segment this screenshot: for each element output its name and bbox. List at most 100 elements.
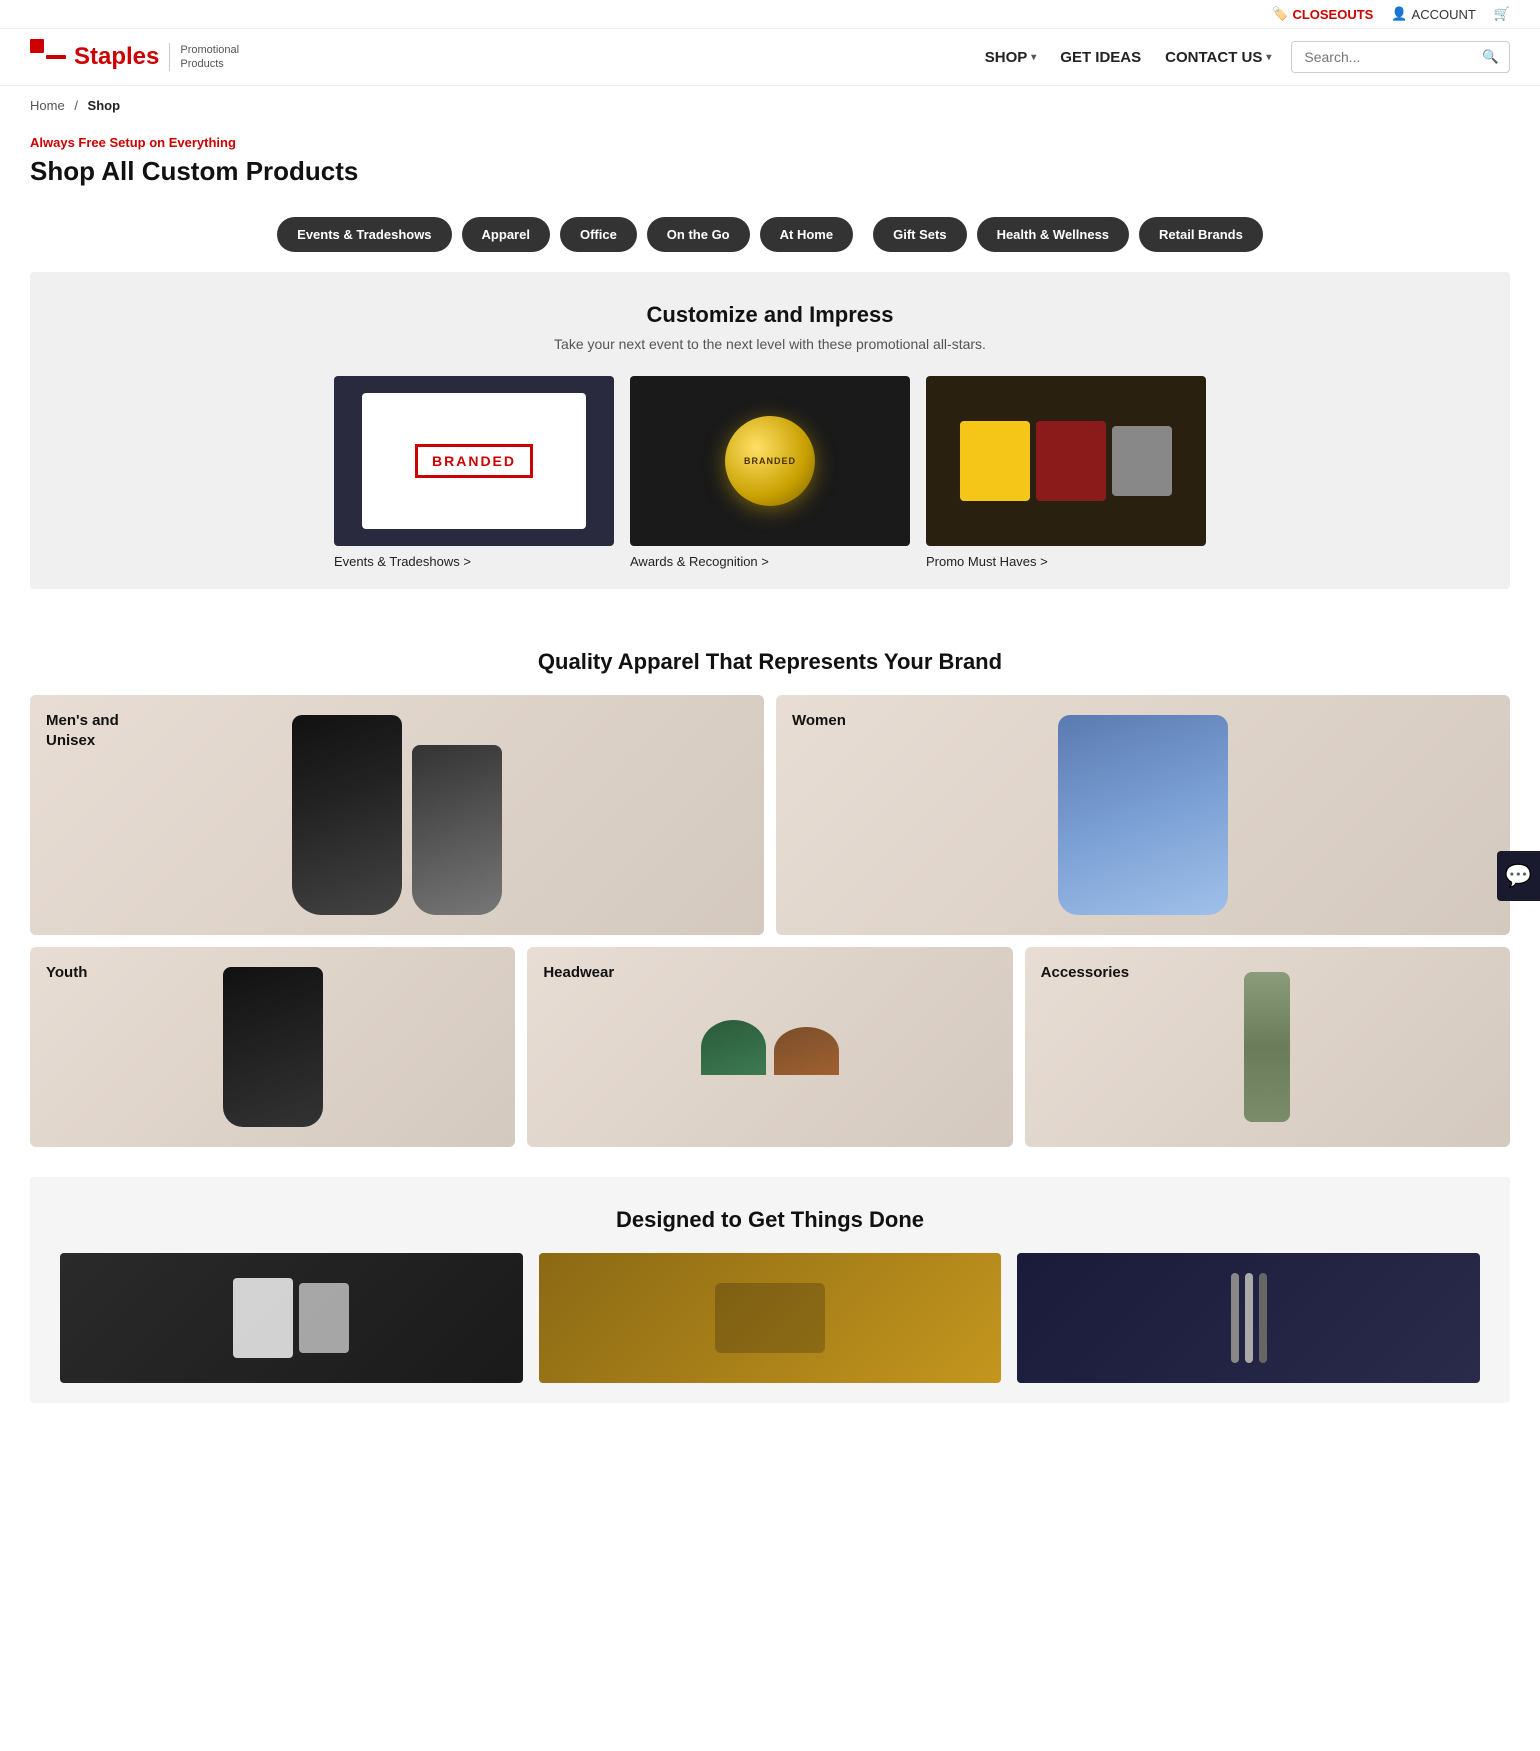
category-buttons: Events & Tradeshows Apparel Office On th… <box>0 207 1540 272</box>
accessories-card-label: Accessories <box>1041 963 1129 983</box>
person-icon: 👤 <box>1391 6 1407 22</box>
award-bg: BRANDED <box>630 376 910 546</box>
cat-btn-office[interactable]: Office <box>560 217 637 252</box>
tablecloth-bg: BRANDED <box>334 376 614 546</box>
breadcrumb: Home / Shop <box>0 86 1540 125</box>
award-branded-text: BRANDED <box>744 456 796 466</box>
notebook-shape <box>233 1278 293 1358</box>
staples-wordmark: Staples <box>74 43 159 71</box>
tablecloth-inner: BRANDED <box>362 393 586 529</box>
events-card-label[interactable]: Events & Tradeshows > <box>334 554 614 569</box>
logo-promo: Promotional Products <box>169 43 239 72</box>
women-card-label: Women <box>792 711 846 731</box>
headwear-card-label: Headwear <box>543 963 614 983</box>
shirt-gray <box>1112 426 1172 496</box>
youth-card-label: Youth <box>46 963 87 983</box>
closeouts-label: CLOSEOUTS <box>1292 7 1373 22</box>
hat-green <box>701 1020 766 1075</box>
pen2 <box>1245 1273 1253 1363</box>
cart-link[interactable]: 🛒 <box>1494 6 1510 22</box>
designed-card-pens[interactable] <box>1017 1253 1480 1383</box>
cat-btn-events[interactable]: Events & Tradeshows <box>277 217 451 252</box>
breadcrumb-current: Shop <box>88 98 121 113</box>
customize-section: Customize and Impress Take your next eve… <box>30 272 1510 589</box>
tag-icon: 🏷️ <box>1272 6 1288 22</box>
breadcrumb-separator: / <box>74 98 81 113</box>
apparel-card-women[interactable]: Women <box>776 695 1510 935</box>
top-bar: 🏷️ CLOSEOUTS 👤 ACCOUNT 🛒 <box>0 0 1540 29</box>
nav-links: SHOP ▾ GET IDEAS CONTACT US ▾ <box>985 49 1272 66</box>
promo-card-image <box>926 376 1206 546</box>
chat-widget[interactable]: 💬 <box>1497 851 1540 901</box>
nav-shop[interactable]: SHOP ▾ <box>985 49 1037 66</box>
cat-btn-gift-sets[interactable]: Gift Sets <box>873 217 966 252</box>
pen3 <box>1259 1273 1267 1363</box>
women-card-image <box>776 695 1510 935</box>
mens-card-image <box>30 695 764 935</box>
apparel-card-accessories[interactable]: Accessories <box>1025 947 1510 1147</box>
cat-btn-on-the-go[interactable]: On the Go <box>647 217 750 252</box>
page-title: Shop All Custom Products <box>30 156 1510 187</box>
shirt-yellow <box>960 421 1030 501</box>
branded-label: BRANDED <box>415 444 533 478</box>
closeouts-link[interactable]: 🏷️ CLOSEOUTS <box>1272 6 1373 22</box>
customize-cards: BRANDED Events & Tradeshows > BRANDED Aw… <box>60 376 1480 569</box>
search-button[interactable]: 🔍 <box>1472 42 1509 72</box>
main-nav: Staples Promotional Products SHOP ▾ GET … <box>0 29 1540 86</box>
apparel-section: Quality Apparel That Represents Your Bra… <box>0 619 1540 1177</box>
apparel-grid-bottom: Youth Headwear Accessories <box>30 947 1510 1147</box>
apparel-card-mens[interactable]: Men's andUnisex <box>30 695 764 935</box>
always-free-label: Always Free Setup on Everything <box>30 135 1510 150</box>
search-input[interactable] <box>1292 42 1472 72</box>
search-area: 🔍 <box>1291 41 1510 73</box>
cat-btn-health-wellness[interactable]: Health & Wellness <box>977 217 1129 252</box>
wood-box <box>715 1283 825 1353</box>
designed-card-wood[interactable] <box>539 1253 1002 1383</box>
customize-card-awards[interactable]: BRANDED Awards & Recognition > <box>630 376 910 569</box>
cat-btn-retail-brands[interactable]: Retail Brands <box>1139 217 1263 252</box>
designed-cards <box>60 1253 1480 1383</box>
paper-shape <box>299 1283 349 1353</box>
scarf <box>1244 972 1290 1122</box>
cat-btn-apparel[interactable]: Apparel <box>462 217 550 252</box>
apparel-grid-top: Men's andUnisex Women <box>30 695 1510 935</box>
designed-section-title: Designed to Get Things Done <box>60 1207 1480 1233</box>
shirts-bg <box>926 376 1206 546</box>
hat-brown <box>774 1027 839 1075</box>
designed-section: Designed to Get Things Done <box>30 1177 1510 1403</box>
youth-jacket <box>223 967 323 1127</box>
designed-card-office[interactable] <box>60 1253 523 1383</box>
staples-logo-icon <box>30 39 66 75</box>
events-card-image: BRANDED <box>334 376 614 546</box>
breadcrumb-home[interactable]: Home <box>30 98 65 113</box>
wood-card-visual <box>539 1253 1002 1383</box>
awards-card-image: BRANDED <box>630 376 910 546</box>
promo-card-label[interactable]: Promo Must Haves > <box>926 554 1206 569</box>
contact-chevron-icon: ▾ <box>1266 52 1271 63</box>
shop-chevron-icon: ▾ <box>1031 52 1036 63</box>
jacket-gray <box>412 745 502 915</box>
office-card-visual <box>60 1253 523 1383</box>
staples-logo[interactable]: Staples <box>30 39 159 75</box>
account-link[interactable]: 👤 ACCOUNT <box>1391 6 1475 22</box>
logo-area[interactable]: Staples Promotional Products <box>30 39 239 75</box>
customize-subtitle: Take your next event to the next level w… <box>60 336 1480 352</box>
shirt-red <box>1036 421 1106 501</box>
customize-card-promo[interactable]: Promo Must Haves > <box>926 376 1206 569</box>
hoodie <box>1058 715 1228 915</box>
awards-card-label[interactable]: Awards & Recognition > <box>630 554 910 569</box>
apparel-card-headwear[interactable]: Headwear <box>527 947 1012 1147</box>
cat-btn-at-home[interactable]: At Home <box>760 217 853 252</box>
mens-card-label: Men's andUnisex <box>46 711 119 750</box>
youth-card-image <box>30 947 515 1147</box>
customize-card-events[interactable]: BRANDED Events & Tradeshows > <box>334 376 614 569</box>
apparel-section-title: Quality Apparel That Represents Your Bra… <box>30 649 1510 675</box>
nav-get-ideas[interactable]: GET IDEAS <box>1060 49 1141 66</box>
nav-contact-us[interactable]: CONTACT US ▾ <box>1165 49 1271 66</box>
chat-icon: 💬 <box>1505 863 1532 889</box>
search-icon: 🔍 <box>1482 49 1499 64</box>
award-circle: BRANDED <box>725 416 815 506</box>
apparel-card-youth[interactable]: Youth <box>30 947 515 1147</box>
page-header: Always Free Setup on Everything Shop All… <box>0 125 1540 207</box>
jacket-dark <box>292 715 402 915</box>
